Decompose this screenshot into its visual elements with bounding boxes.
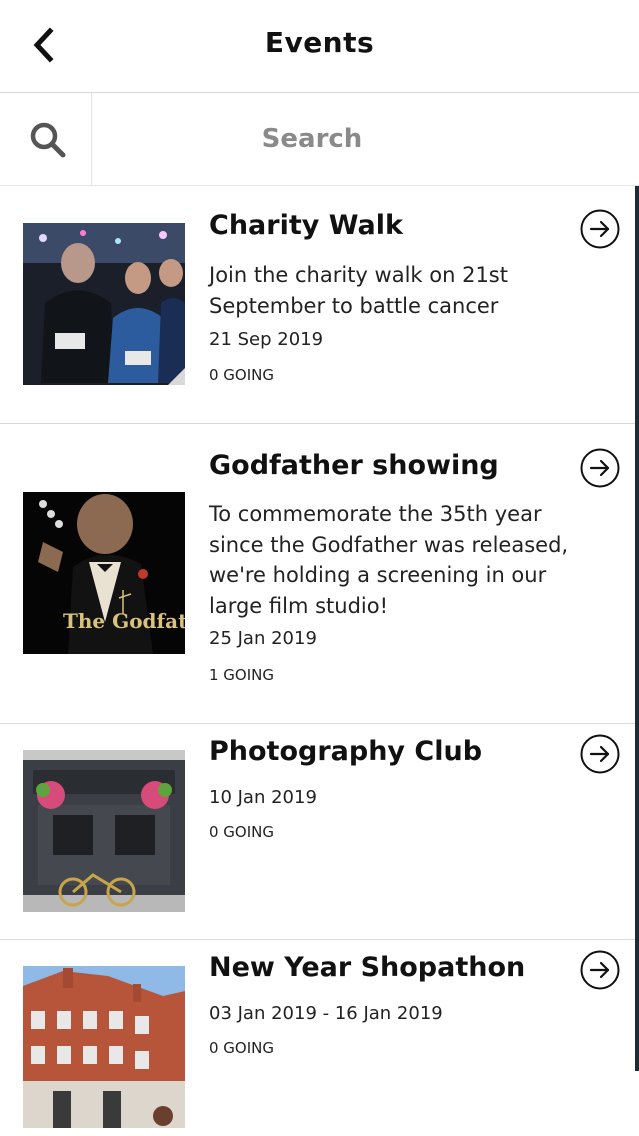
event-title: Godfather showing — [209, 450, 499, 481]
event-item-godfather-showing[interactable]: The Godfather Godfather showing To comme… — [0, 424, 635, 724]
event-going-count: 0 GOING — [209, 823, 275, 841]
scrollbar[interactable] — [635, 186, 639, 1071]
event-thumbnail-charity-walk — [23, 223, 185, 385]
event-date: 25 Jan 2019 — [209, 628, 317, 649]
search-button[interactable] — [0, 93, 92, 185]
event-open-button[interactable] — [579, 447, 621, 489]
event-item-charity-walk[interactable]: Charity Walk Join the charity walk on 21… — [0, 186, 635, 424]
event-going-count: 1 GOING — [209, 666, 275, 684]
poster-title: The Godfather — [63, 609, 185, 633]
event-date: 10 Jan 2019 — [209, 787, 317, 808]
event-thumbnail-godfather: The Godfather — [23, 492, 185, 654]
page-title: Events — [264, 26, 375, 59]
event-description: Join the charity walk on 21st September … — [209, 263, 508, 318]
event-title: Charity Walk — [209, 210, 403, 241]
event-title: Photography Club — [209, 736, 483, 767]
arrow-right-circle-icon — [580, 209, 620, 249]
event-item-new-year-shopathon[interactable]: New Year Shopathon 03 Jan 2019 - 16 Jan … — [0, 940, 635, 1136]
event-list: Charity Walk Join the charity walk on 21… — [0, 186, 639, 1136]
event-description: To commemorate the 35th year since the G… — [209, 502, 569, 618]
search-icon — [30, 122, 66, 158]
event-open-button[interactable] — [579, 208, 621, 250]
event-going-count: 0 GOING — [209, 366, 275, 384]
arrow-right-circle-icon — [580, 734, 620, 774]
app-header: Events — [0, 0, 639, 93]
event-title: New Year Shopathon — [209, 952, 526, 983]
search-bar — [0, 93, 639, 186]
event-item-photography-club[interactable]: Photography Club 10 Jan 2019 0 GOING — [0, 724, 635, 940]
event-thumbnail-shopathon — [23, 966, 185, 1128]
event-date: 03 Jan 2019 - 16 Jan 2019 — [209, 1003, 443, 1024]
arrow-right-circle-icon — [580, 950, 620, 990]
event-going-count: 0 GOING — [209, 1039, 275, 1057]
event-open-button[interactable] — [579, 733, 621, 775]
event-thumbnail-photography-club — [23, 750, 185, 912]
event-open-button[interactable] — [579, 949, 621, 991]
search-input[interactable] — [92, 93, 532, 185]
event-date: 21 Sep 2019 — [209, 329, 324, 350]
arrow-right-circle-icon — [580, 448, 620, 488]
